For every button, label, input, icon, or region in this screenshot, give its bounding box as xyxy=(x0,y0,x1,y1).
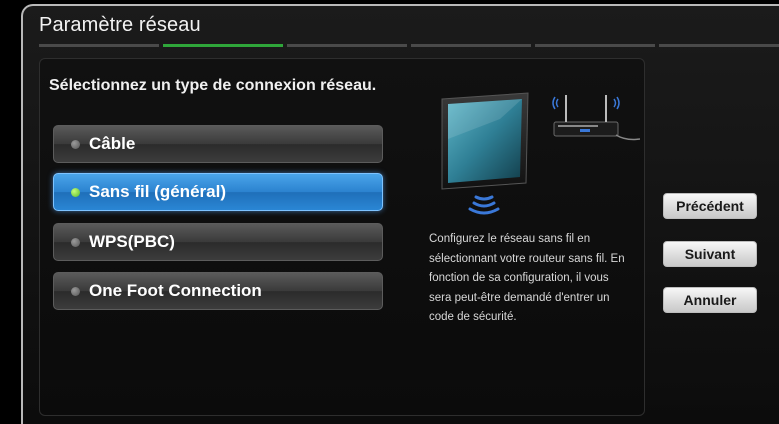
radio-indicator-icon xyxy=(71,187,80,197)
cancel-button[interactable]: Annuler xyxy=(663,287,757,313)
option-label: WPS(PBC) xyxy=(89,232,175,251)
wifi-waves-icon xyxy=(468,195,500,215)
connection-type-prompt: Sélectionnez un type de connexion réseau… xyxy=(49,77,377,94)
option-label: Sans fil (général) xyxy=(89,182,226,201)
wireless-illustration xyxy=(441,92,640,215)
progress-step-4 xyxy=(411,44,531,47)
option-wireless-general[interactable]: Sans fil (général) xyxy=(53,173,383,211)
option-one-foot-connection[interactable]: One Foot Connection xyxy=(53,272,383,310)
radio-indicator-icon xyxy=(71,286,80,296)
help-text: Configurez le réseau sans fil en sélecti… xyxy=(429,233,625,324)
tv-screen-icon xyxy=(441,92,529,190)
radio-indicator-icon xyxy=(71,237,80,247)
content-panel: Sélectionnez un type de connexion réseau… xyxy=(39,58,645,416)
option-cable[interactable]: Câble xyxy=(53,125,383,163)
router-icon xyxy=(552,95,640,141)
radio-indicator-icon xyxy=(71,139,80,149)
next-button[interactable]: Suivant xyxy=(663,241,757,267)
progress-step-2 xyxy=(163,44,283,47)
option-label: One Foot Connection xyxy=(89,281,262,300)
option-wps-pbc[interactable]: WPS(PBC) xyxy=(53,223,383,261)
option-label: Câble xyxy=(89,134,136,153)
progress-step-1 xyxy=(39,44,159,47)
progress-step-6 xyxy=(659,44,779,47)
previous-button[interactable]: Précédent xyxy=(663,193,757,219)
network-settings-dialog: Paramètre réseau Sélectionnez un type de… xyxy=(21,4,779,424)
progress-step-5 xyxy=(535,44,655,47)
progress-step-3 xyxy=(287,44,407,47)
dialog-title: Paramètre réseau xyxy=(39,14,201,36)
step-progress-bar xyxy=(39,44,779,47)
